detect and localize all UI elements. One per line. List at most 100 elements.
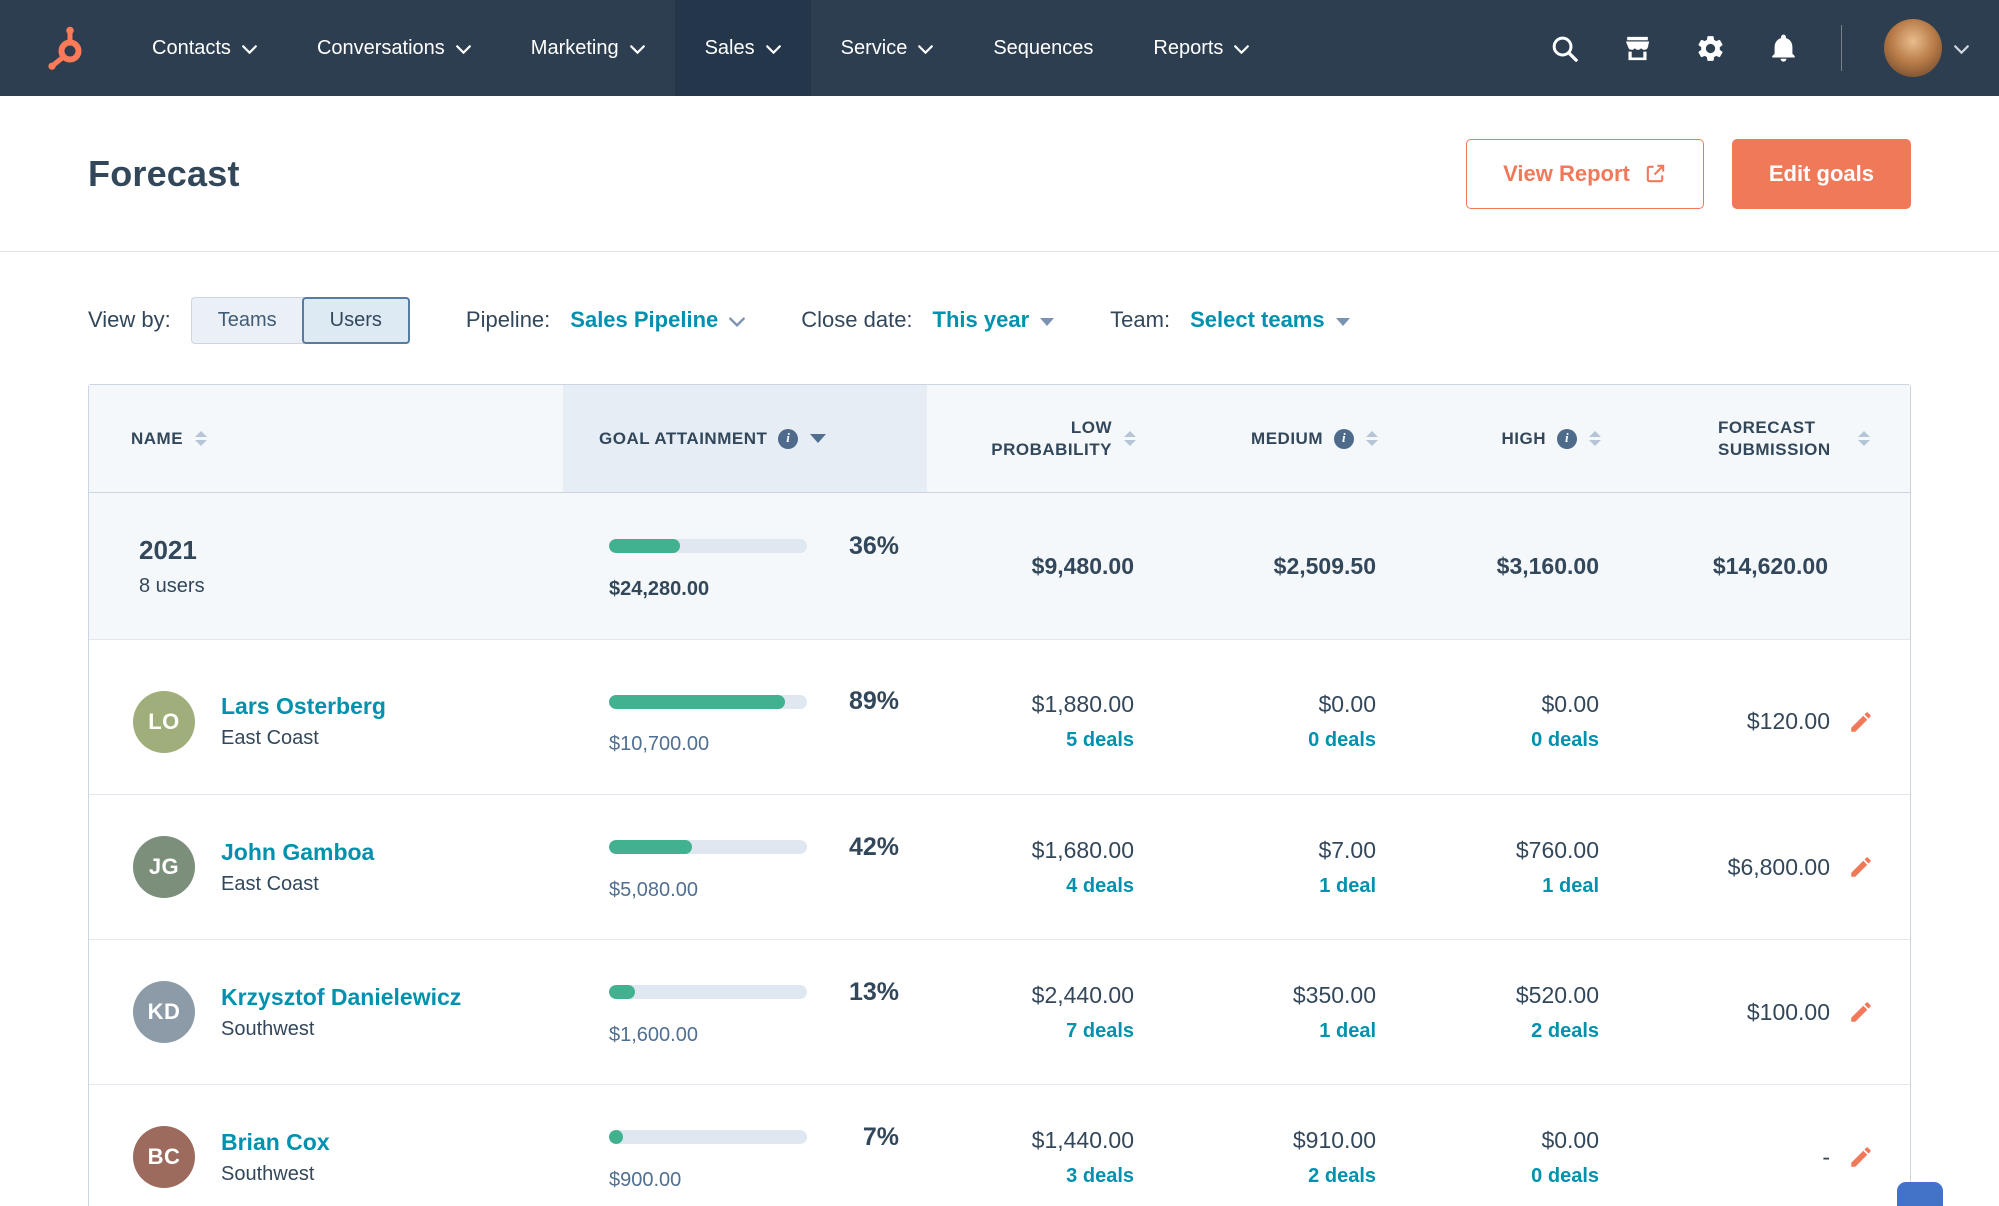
user-name-link[interactable]: John Gamboa [221,839,374,865]
table-row: KD Krzysztof Danielewicz Southwest 13% $… [89,939,1910,1084]
low-deals-link[interactable]: 3 deals [1066,1165,1134,1188]
high-value: $520.00 [1515,981,1599,1008]
user-avatar: BC [133,1126,195,1188]
nav-item-label: Marketing [530,36,619,59]
column-label: LOW PROBABILITY [991,418,1112,459]
summary-users-count: 8 users [139,574,205,597]
settings-icon[interactable] [1695,33,1726,64]
goal-amount: $24,280.00 [609,577,710,600]
chevron-down-icon [729,317,746,327]
edit-forecast-pencil-icon[interactable] [1848,1144,1874,1170]
avatar-initials: KD [147,999,181,1024]
goal-progress-track [609,694,807,709]
chevron-down-icon [918,45,934,54]
column-header-forecast-submission[interactable]: FORECAST SUBMISSION [1615,385,1910,492]
column-label: HIGH [1501,428,1546,448]
medium-deals-link[interactable]: 1 deal [1319,875,1376,898]
close-date-select[interactable]: This year [933,307,1055,333]
hubspot-logo[interactable] [0,0,122,96]
nav-item-sales[interactable]: Sales [674,0,811,96]
teams-toggle-button[interactable]: Teams [190,296,304,344]
nav-items: Contacts Conversations Marketing Sales S… [122,0,1279,96]
search-icon[interactable] [1549,33,1580,64]
edit-forecast-pencil-icon[interactable] [1848,999,1874,1025]
goal-progress-fill [609,1130,623,1144]
high-deals-link[interactable]: 0 deals [1531,729,1599,752]
nav-item-label: Service [840,36,908,59]
user-team-label: East Coast [221,727,319,749]
high-deals-link[interactable]: 2 deals [1531,1020,1599,1043]
notifications-icon[interactable] [1768,33,1799,64]
pipeline-select[interactable]: Sales Pipeline [570,307,746,333]
dropdown-caret-icon [1040,317,1055,326]
user-team-label: Southwest [221,1017,315,1040]
medium-deals-link[interactable]: 2 deals [1308,1165,1376,1188]
low-deals-link[interactable]: 4 deals [1066,875,1134,898]
user-name-link[interactable]: Lars Osterberg [221,693,386,719]
users-toggle-button[interactable]: Users [301,296,410,344]
column-header-low-probability[interactable]: LOW PROBABILITY [927,385,1150,492]
view-by-label: View by: [88,307,171,332]
nav-divider [1841,25,1842,71]
edit-forecast-pencil-icon[interactable] [1848,854,1874,880]
nav-item-contacts[interactable]: Contacts [122,0,287,96]
pipeline-label: Pipeline: [465,307,551,332]
nav-item-label: Conversations [316,36,445,59]
goal-amount: $1,600.00 [609,1023,698,1046]
table-row: JG John Gamboa East Coast 42% $5,080.00 … [89,794,1910,939]
team-select[interactable]: Select teams [1190,307,1350,333]
low-deals-link[interactable]: 5 deals [1066,729,1134,752]
medium-deals-link[interactable]: 1 deal [1319,1020,1376,1043]
row-group-spacer [89,639,1910,649]
goal-amount: $5,080.00 [609,878,698,901]
chat-launcher[interactable] [1897,1182,1943,1206]
nav-item-reports[interactable]: Reports [1123,0,1279,96]
nav-item-marketing[interactable]: Marketing [501,0,675,96]
forecast-page: Contacts Conversations Marketing Sales S… [0,0,1999,1206]
nav-item-label: Contacts [152,36,231,59]
column-label: NAME [131,428,184,448]
info-icon[interactable] [778,428,799,449]
chevron-down-icon [765,45,781,54]
user-avatar: LO [133,690,195,753]
column-header-name[interactable]: NAME [89,385,563,492]
low-probability-value: $1,880.00 [1031,691,1134,717]
filter-bar: View by: Teams Users Pipeline: Sales Pip… [0,294,1999,346]
avatar-initials: BC [147,1144,181,1169]
nav-item-sequences[interactable]: Sequences [963,0,1123,96]
info-icon[interactable] [1557,428,1577,449]
goal-percent: 7% [862,1122,899,1151]
pipeline-value: Sales Pipeline [570,307,719,332]
column-header-goal-attainment[interactable]: GOAL ATTAINMENT [563,385,927,492]
sort-desc-icon [810,434,827,443]
column-header-high[interactable]: HIGH [1392,385,1615,492]
view-report-label: View Report [1503,160,1630,186]
edit-goals-button[interactable]: Edit goals [1731,138,1911,209]
forecast-submission-value: - [1822,1143,1830,1170]
goal-percent: 89% [848,687,899,715]
account-menu[interactable] [1884,19,1969,77]
top-nav: Contacts Conversations Marketing Sales S… [0,0,1999,96]
high-deals-link[interactable]: 0 deals [1531,1165,1599,1188]
view-by-toggle: Teams Users [190,296,410,344]
low-probability-value: $9,480.00 [1031,552,1134,579]
user-name-link[interactable]: Brian Cox [221,1129,330,1155]
forecast-table: NAME GOAL ATTAINMENT LOW PROBABILITY MED… [88,384,1911,1206]
marketplace-icon[interactable] [1622,33,1653,64]
sort-icon [1858,431,1870,446]
view-report-button[interactable]: View Report [1466,138,1704,209]
table-header-row: NAME GOAL ATTAINMENT LOW PROBABILITY MED… [89,385,1910,493]
column-header-medium[interactable]: MEDIUM [1150,385,1392,492]
nav-item-service[interactable]: Service [811,0,964,96]
medium-deals-link[interactable]: 0 deals [1308,729,1376,752]
nav-item-conversations[interactable]: Conversations [287,0,501,96]
high-deals-link[interactable]: 1 deal [1542,875,1599,898]
hubspot-sprocket-icon [48,26,82,70]
goal-amount: $10,700.00 [609,733,710,755]
info-icon[interactable] [1334,428,1354,449]
goal-progress-track [609,539,807,553]
column-label: MEDIUM [1251,428,1323,448]
user-name-link[interactable]: Krzysztof Danielewicz [221,984,461,1010]
low-deals-link[interactable]: 7 deals [1066,1020,1134,1043]
edit-forecast-pencil-icon[interactable] [1848,709,1874,735]
